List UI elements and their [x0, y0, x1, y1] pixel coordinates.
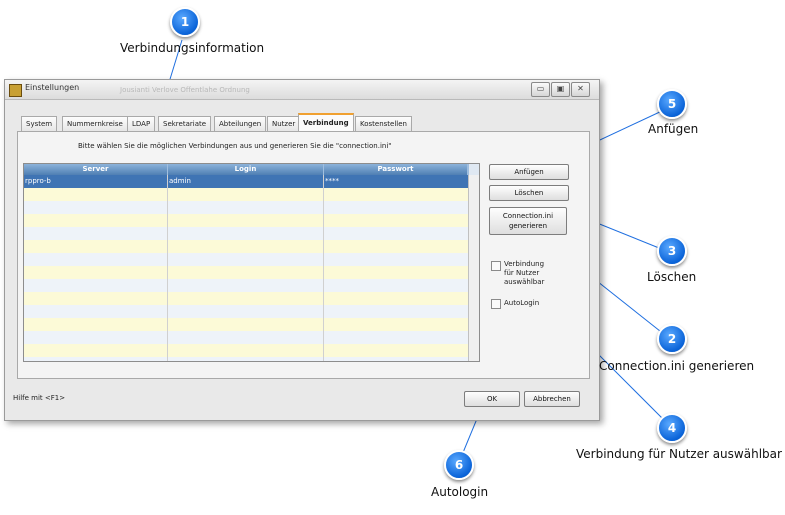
table-row-empty[interactable] [24, 214, 468, 228]
generate-button-line1: Connection.ini [502, 212, 554, 220]
table-row-empty[interactable] [24, 266, 468, 280]
table-row[interactable]: rppro-b admin **** [24, 175, 468, 189]
table-row-empty[interactable] [24, 331, 468, 345]
table-row-empty[interactable] [24, 305, 468, 319]
delete-button[interactable]: Löschen [489, 185, 569, 201]
table-row-empty[interactable] [24, 344, 468, 358]
callout-label-3: Löschen [647, 270, 697, 284]
app-icon [9, 84, 22, 97]
table-row-empty[interactable] [24, 253, 468, 267]
generate-connection-ini-button[interactable]: Connection.ini generieren [489, 207, 567, 235]
cancel-button[interactable]: Abbrechen [524, 391, 580, 407]
table-row-empty[interactable] [24, 188, 468, 202]
table-row-empty[interactable] [24, 292, 468, 306]
column-divider [167, 175, 168, 361]
minimize-button[interactable]: ▭ [531, 82, 550, 97]
grid-scrollbar[interactable] [468, 175, 479, 361]
connection-grid[interactable]: Server Login Passwort rppro-b admin **** [23, 163, 480, 362]
tab-verbindung[interactable]: Verbindung [298, 113, 354, 132]
table-cell-server: rppro-b [25, 177, 51, 185]
callout-label-2: Connection.ini generieren [599, 359, 755, 373]
window-title: Einstellungen [25, 83, 80, 92]
user-selectable-checkbox[interactable] [491, 261, 501, 271]
column-divider [323, 175, 324, 361]
tab-abteilungen[interactable]: Abteilungen [214, 116, 267, 131]
table-row-empty[interactable] [24, 201, 468, 215]
tab-kostenstellen[interactable]: Kostenstellen [355, 116, 412, 131]
column-header-passwort[interactable]: Passwort [324, 164, 468, 175]
autologin-checkbox[interactable] [491, 299, 501, 309]
callout-badge-4: 4 [657, 413, 687, 443]
user-selectable-label: Verbindung für Nutzer auswählbar [504, 260, 545, 286]
callout-badge-2: 2 [657, 324, 687, 354]
table-row-empty[interactable] [24, 240, 468, 254]
help-hint: Hilfe mit <F1> [13, 394, 66, 402]
tab-sekretariate[interactable]: Sekretariate [158, 116, 212, 131]
table-row-empty[interactable] [24, 357, 468, 361]
autologin-label: AutoLogin [504, 299, 540, 307]
maximize-button[interactable]: ▣ [551, 82, 570, 97]
table-cell-login: admin [169, 177, 191, 185]
table-row-empty[interactable] [24, 318, 468, 332]
table-row-empty[interactable] [24, 279, 468, 293]
close-button[interactable]: ✕ [571, 82, 590, 97]
title-bar[interactable]: Einstellungen Jousianti Verlove Offentla… [5, 80, 599, 100]
ok-button[interactable]: OK [464, 391, 520, 407]
hint-text: Bitte wählen Sie die möglichen Verbindun… [78, 142, 392, 150]
callout-label-4: Verbindung für Nutzer auswählbar [576, 447, 782, 461]
settings-dialog: Einstellungen Jousianti Verlove Offentla… [4, 79, 600, 421]
generate-button-line2: generieren [508, 222, 548, 230]
grid-corner-icon[interactable] [468, 164, 479, 175]
tab-ldap[interactable]: LDAP [127, 116, 156, 131]
column-header-login[interactable]: Login [168, 164, 324, 175]
column-header-server[interactable]: Server [24, 164, 168, 175]
callout-badge-1: 1 [170, 7, 200, 37]
callout-label-6: Autologin [431, 485, 489, 499]
table-row-empty[interactable] [24, 227, 468, 241]
window-title-ghost: Jousianti Verlove Offentlahe Ordnung [120, 86, 250, 94]
callout-badge-5: 5 [657, 89, 687, 119]
append-button[interactable]: Anfügen [489, 164, 569, 180]
tab-nutzer[interactable]: Nutzer [267, 116, 301, 131]
table-cell-password: **** [325, 177, 339, 185]
tab-system[interactable]: System [21, 116, 58, 131]
callout-label-5: Anfügen [648, 122, 699, 136]
callout-label-1: Verbindungsinformation [120, 41, 265, 55]
tab-nummernkreise[interactable]: Nummernkreise [62, 116, 128, 131]
callout-badge-3: 3 [657, 236, 687, 266]
callout-badge-6: 6 [444, 450, 474, 480]
